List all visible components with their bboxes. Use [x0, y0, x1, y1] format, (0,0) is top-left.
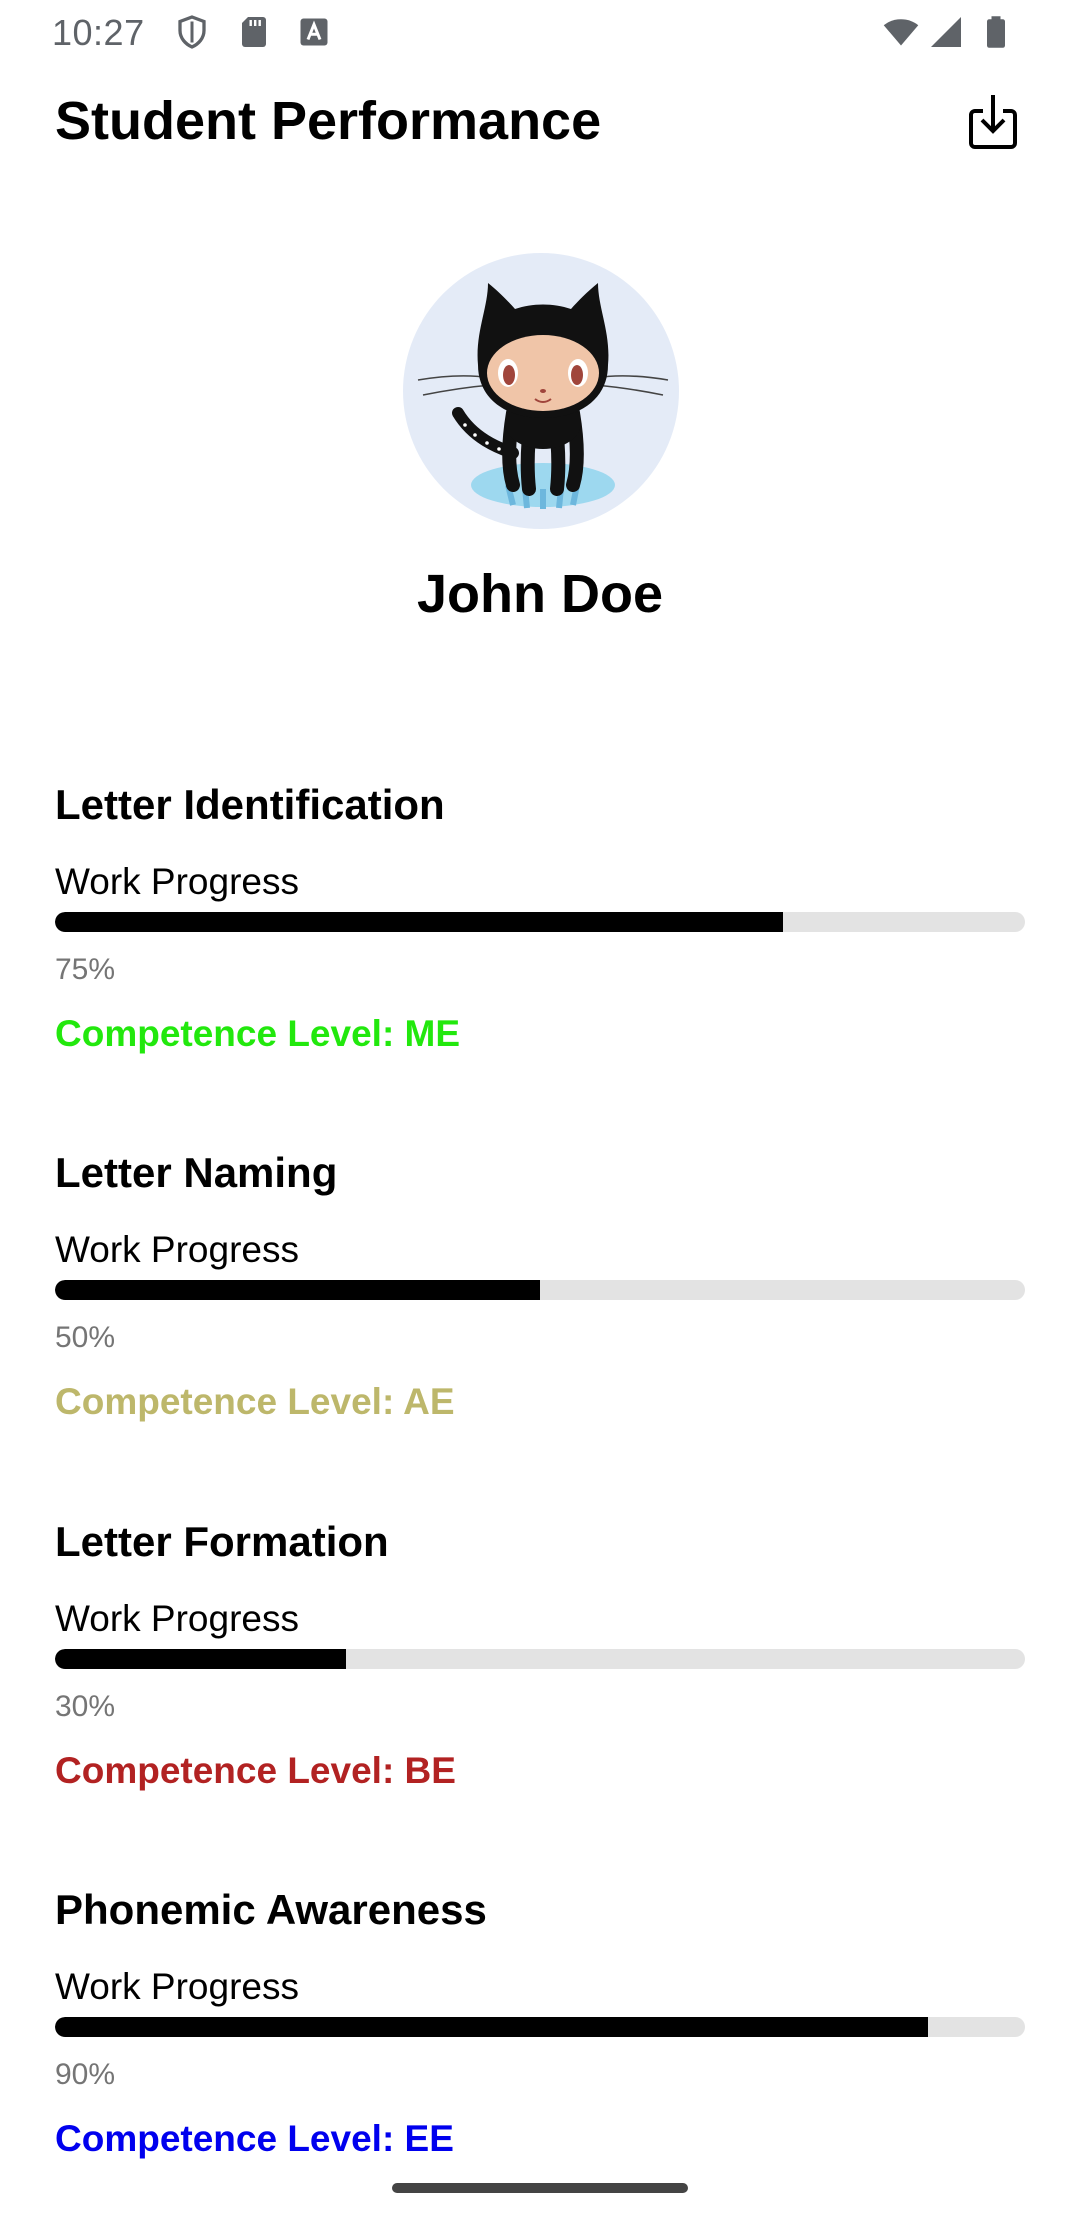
download-icon: [969, 95, 1017, 149]
student-performance-screen: 10:27 Student Performance John Doe Lette…: [0, 0, 1080, 2220]
progress-bar: [55, 1649, 1025, 1669]
progress-label: Work Progress: [55, 861, 299, 902]
student-name: John Doe: [416, 564, 663, 624]
skill-card-letter-formation: Letter Formation Work Progress 30% Compe…: [55, 1515, 1025, 1793]
shield-icon: [178, 15, 206, 49]
skill-title: Letter Naming: [55, 1149, 338, 1196]
skill-card-letter-naming: Letter Naming Work Progress 50% Competen…: [55, 1146, 1025, 1424]
progress-bar: [55, 912, 1025, 932]
progress-bar: [55, 1280, 1025, 1300]
competence-level: Competence Level: BE: [55, 1750, 456, 1791]
avatar: [403, 253, 679, 529]
wifi-icon: [883, 19, 919, 46]
sd-card-icon: [242, 17, 266, 47]
progress-bar-fill: [55, 912, 783, 932]
progress-bar-fill: [55, 1280, 540, 1300]
progress-percent: 50%: [55, 1321, 116, 1354]
progress-percent: 75%: [55, 953, 116, 986]
cell-signal-icon: [931, 17, 961, 47]
skill-title: Letter Formation: [55, 1518, 389, 1565]
competence-level: Competence Level: ME: [55, 1013, 461, 1054]
skill-card-phonemic-awareness: Phonemic Awareness Work Progress 90% Com…: [55, 1883, 1025, 2161]
skill-card-letter-identification: Letter Identification Work Progress 75% …: [55, 778, 1025, 1056]
status-bar: 10:27: [0, 0, 1080, 64]
status-time: 10:27: [52, 12, 145, 53]
progress-label: Work Progress: [55, 1966, 299, 2007]
home-indicator[interactable]: [392, 2183, 688, 2193]
skill-title: Letter Identification: [55, 781, 445, 828]
font-icon: [300, 18, 328, 46]
page-title: Student Performance: [55, 91, 602, 151]
progress-label: Work Progress: [55, 1598, 299, 1639]
progress-label: Work Progress: [55, 1229, 299, 1270]
progress-percent: 30%: [55, 1690, 116, 1723]
progress-bar: [55, 2017, 1025, 2037]
battery-icon: [987, 16, 1005, 48]
competence-level: Competence Level: EE: [55, 2118, 454, 2159]
download-button[interactable]: [960, 86, 1026, 156]
competence-level: Competence Level: AE: [55, 1381, 455, 1422]
progress-bar-fill: [55, 1649, 346, 1669]
progress-bar-fill: [55, 2017, 928, 2037]
skill-title: Phonemic Awareness: [55, 1886, 487, 1933]
progress-percent: 90%: [55, 2058, 116, 2091]
octocat-avatar-icon: [417, 283, 669, 509]
